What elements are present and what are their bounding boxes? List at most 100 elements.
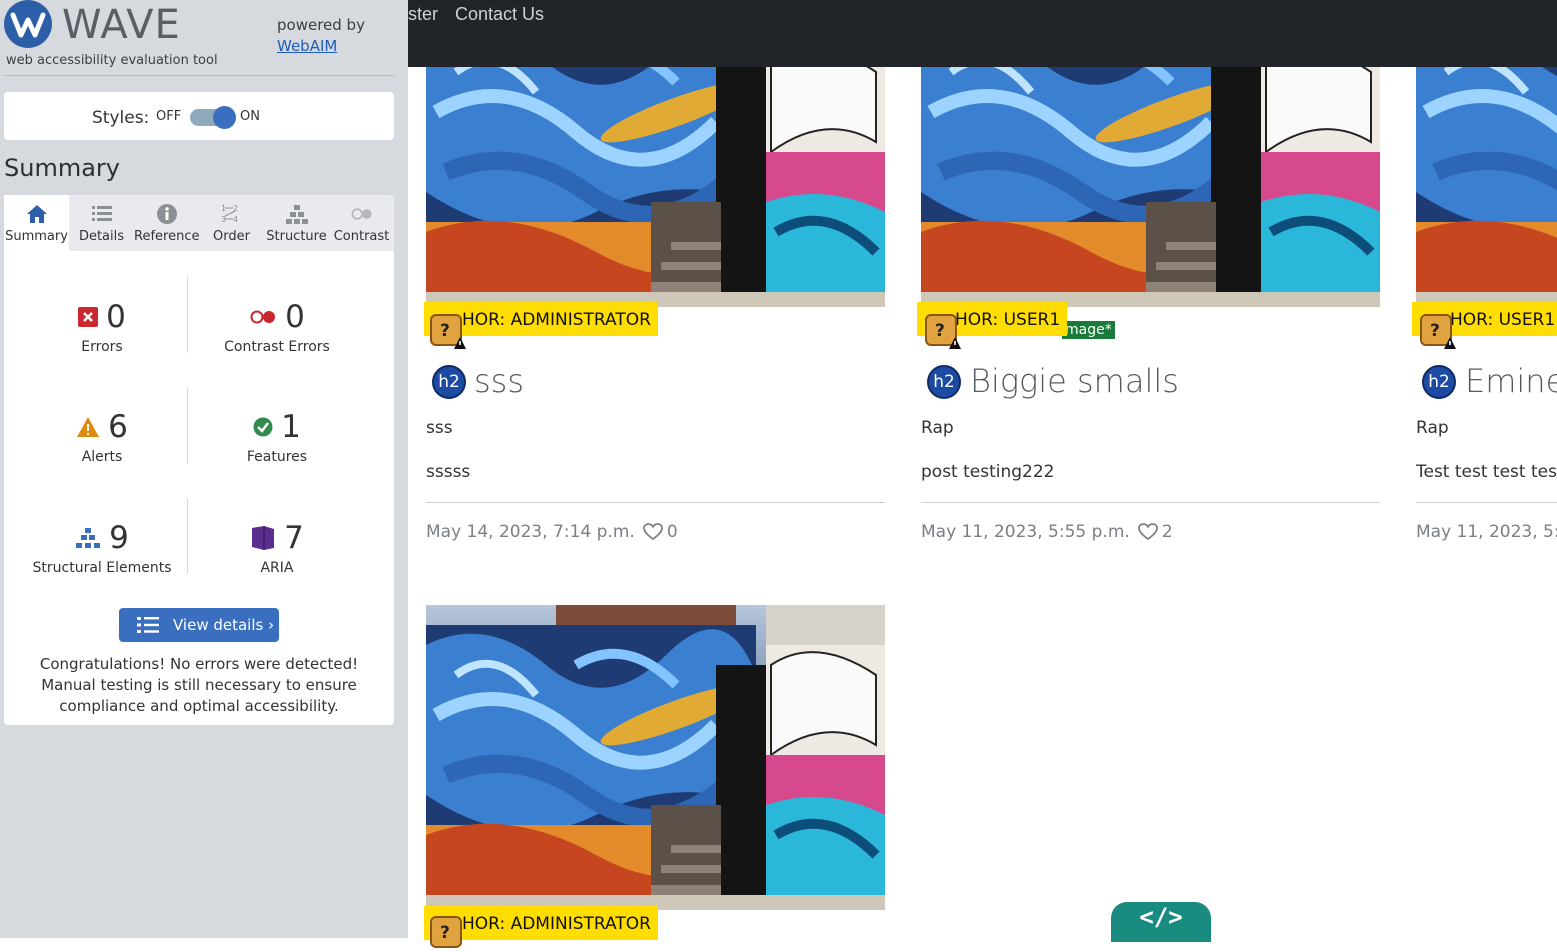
post-meta: May 11, 2023, 5:55 p.m. 2 <box>921 522 1173 542</box>
view-details-label: View details › <box>173 616 275 634</box>
structural-label: Structural Elements <box>32 560 172 576</box>
graffiti-image <box>426 605 885 910</box>
post-title-clip: Emine <box>1465 355 1557 405</box>
alerts-stat[interactable]: 6 Alerts <box>12 407 192 465</box>
contrast-errors-stat[interactable]: 0 Contrast Errors <box>187 297 367 355</box>
contrast-icon <box>351 208 372 220</box>
congrats-message: Congratulations! No errors were detected… <box>39 655 359 715</box>
aria-label: ARIA <box>260 560 294 576</box>
heart-icon[interactable] <box>1137 523 1158 541</box>
tab-contrast[interactable]: Contrast <box>329 195 394 251</box>
structure-icon <box>76 528 101 548</box>
post-image[interactable] <box>426 67 885 307</box>
tab-reference[interactable]: Reference <box>134 195 199 251</box>
post-excerpt: post testing222 <box>921 462 1055 482</box>
errors-label: Errors <box>81 339 123 355</box>
styles-on-label: ON <box>240 109 260 124</box>
structural-stat[interactable]: 9 Structural Elements <box>12 518 192 576</box>
tab-details[interactable]: Details <box>69 195 134 251</box>
structure-icon <box>285 205 308 224</box>
top-navbar: ster Contact Us <box>408 0 1557 67</box>
post-image[interactable] <box>921 67 1380 307</box>
summary-panel: 0 Errors 0 Contrast Errors 6 Alerts 1 Fe… <box>4 251 394 725</box>
error-icon <box>78 307 99 327</box>
heart-icon[interactable] <box>642 523 663 541</box>
post-title[interactable]: sss <box>474 362 524 400</box>
post-image[interactable] <box>426 605 885 910</box>
tab-structure[interactable]: Structure <box>264 195 329 251</box>
styles-off-label: OFF <box>156 109 182 124</box>
post-date: May 14, 2023, 7:14 p.m. <box>426 522 635 542</box>
wave-alert-icon[interactable]: ? <box>430 314 466 350</box>
nav-link-register[interactable]: ster <box>408 4 438 25</box>
post-category: Rap <box>921 418 954 438</box>
styles-label: Styles: <box>92 108 150 128</box>
post-date: May 11, 2023, 5:4 <box>1416 522 1557 542</box>
post-excerpt: sssss <box>426 462 471 482</box>
alert-icon <box>77 417 100 437</box>
post-meta-clip: May 11, 2023, 5:4 <box>1416 515 1557 549</box>
aria-stat[interactable]: 7 ARIA <box>187 518 367 576</box>
svg-text:?: ? <box>935 321 945 341</box>
post-meta: May 14, 2023, 7:14 p.m. 0 <box>426 522 678 542</box>
post-category: Rap <box>1416 418 1449 438</box>
webaim-link[interactable]: WebAIM <box>277 37 337 55</box>
alerts-count: 6 <box>108 409 128 445</box>
h2-badge-icon[interactable]: h2 <box>927 365 961 399</box>
features-stat[interactable]: 1 Features <box>187 407 367 465</box>
toggle-knob[interactable] <box>213 106 236 129</box>
code-icon: </> <box>1139 903 1183 931</box>
wave-tabs: Summary Details Reference 1234 Order Str… <box>4 195 394 251</box>
like-count: 0 <box>666 522 678 542</box>
features-count: 1 <box>281 409 301 445</box>
info-icon <box>156 204 177 224</box>
wave-alert-icon[interactable]: ? <box>1420 314 1456 350</box>
errors-stat[interactable]: 0 Errors <box>12 297 192 355</box>
h2-badge-icon[interactable]: h2 <box>1422 365 1456 399</box>
svg-text:?: ? <box>440 321 450 341</box>
wave-title: WAVE <box>62 2 181 48</box>
h2-badge-icon[interactable]: h2 <box>432 365 466 399</box>
contrast-error-icon <box>250 310 276 324</box>
structural-count: 9 <box>109 520 129 556</box>
list-icon <box>91 206 112 221</box>
view-details-button[interactable]: View details › <box>119 608 279 642</box>
wave-alert-icon[interactable]: ? <box>925 314 961 350</box>
wave-logo-icon <box>4 0 52 48</box>
errors-count: 0 <box>106 299 126 335</box>
divider <box>426 502 885 503</box>
post-excerpt-clip: Test test test test <box>1416 455 1557 485</box>
wave-tagline: web accessibility evaluation tool <box>6 53 218 68</box>
aria-icon <box>252 526 275 550</box>
powered-by-text: powered by <box>277 16 365 34</box>
features-label: Features <box>246 449 308 465</box>
graffiti-image <box>426 67 885 307</box>
summary-heading: Summary <box>4 154 120 182</box>
post-excerpt: Test test test test <box>1416 462 1557 482</box>
order-icon: 1 23 4 <box>221 204 238 224</box>
divider <box>4 75 394 76</box>
code-toggle-button[interactable]: </> <box>1111 902 1211 942</box>
post-title[interactable]: Biggie smalls <box>970 362 1179 400</box>
graffiti-image <box>921 67 1380 307</box>
divider <box>1416 502 1557 503</box>
divider <box>921 502 1380 503</box>
alerts-label: Alerts <box>81 449 123 465</box>
home-icon <box>26 205 47 223</box>
wave-alert-icon[interactable]: ? <box>430 916 466 952</box>
graffiti-image <box>1416 67 1557 307</box>
tab-summary[interactable]: Summary <box>4 195 69 251</box>
nav-link-contact[interactable]: Contact Us <box>455 4 544 25</box>
feature-check-icon <box>253 417 273 437</box>
post-image[interactable] <box>1416 67 1557 307</box>
svg-text:4: 4 <box>233 215 238 224</box>
wave-feature-tag: mage* <box>1062 321 1115 339</box>
styles-toggle[interactable] <box>190 106 236 129</box>
post-title[interactable]: Emine <box>1465 362 1557 400</box>
tab-order[interactable]: 1234 Order <box>199 195 264 251</box>
contrast-errors-count: 0 <box>285 299 305 335</box>
svg-text:?: ? <box>1430 321 1440 341</box>
post-meta: May 11, 2023, 5:4 <box>1416 522 1557 542</box>
post-date: May 11, 2023, 5:55 p.m. <box>921 522 1130 542</box>
aria-count: 7 <box>284 520 304 556</box>
